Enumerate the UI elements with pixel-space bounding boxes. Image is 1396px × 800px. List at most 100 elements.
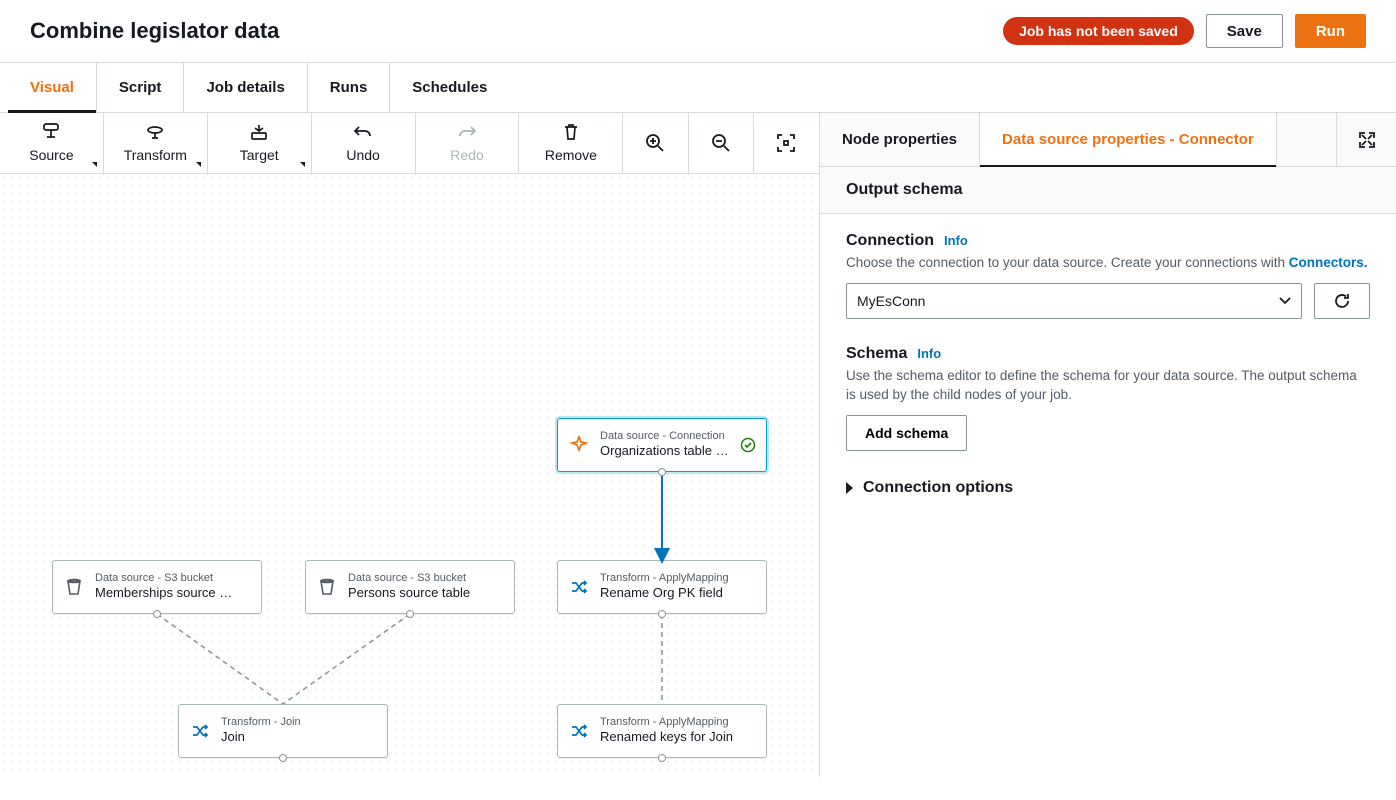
connection-helper-text: Choose the connection to your data sourc… (846, 255, 1289, 270)
toolbar-remove[interactable]: Remove (519, 113, 623, 173)
tab-runs[interactable]: Runs (308, 63, 391, 112)
node-text: Data source - ConnectionOrganizations ta… (600, 430, 730, 460)
node-title-label: Memberships source … (95, 585, 251, 602)
connection-selected-value: MyEsConn (857, 293, 925, 309)
connection-select[interactable]: MyEsConn (846, 283, 1302, 319)
zoom-in-icon (645, 133, 665, 153)
shuffle-icon (189, 720, 211, 742)
connection-section-header: Connection Info (846, 232, 1370, 250)
add-schema-button[interactable]: Add schema (846, 415, 967, 451)
node-title-label: Join (221, 729, 377, 746)
page-title: Combine legislator data (30, 18, 279, 44)
node-text: Transform - JoinJoin (221, 716, 377, 746)
graph-node-orgs[interactable]: Data source - ConnectionOrganizations ta… (557, 418, 767, 472)
graph-edges (0, 174, 819, 777)
refresh-icon (1332, 291, 1352, 311)
connection-options-label: Connection options (863, 479, 1013, 497)
node-port-bottom[interactable] (153, 610, 161, 618)
dropdown-icon (196, 162, 201, 167)
canvas-toolbar: Source Transform Target (0, 113, 819, 174)
properties-panel: Node properties Data source properties -… (820, 113, 1396, 777)
graph-node-memberships[interactable]: Data source - S3 bucketMemberships sourc… (52, 560, 262, 614)
schema-info-link[interactable]: Info (917, 346, 941, 361)
toolbar-undo[interactable]: Undo (312, 113, 416, 173)
shuffle-icon (568, 720, 590, 742)
toolbar-zoom-in[interactable] (623, 113, 688, 173)
fit-screen-icon (776, 133, 796, 153)
node-port-bottom[interactable] (658, 610, 666, 618)
target-icon (249, 123, 269, 141)
connection-info-link[interactable]: Info (944, 233, 968, 248)
chevron-down-icon (1279, 297, 1291, 305)
graph-node-persons[interactable]: Data source - S3 bucketPersons source ta… (305, 560, 515, 614)
schema-section-header: Schema Info (846, 345, 1370, 363)
schema-title: Schema (846, 345, 907, 363)
node-type-label: Data source - Connection (600, 430, 730, 443)
tab-job-details[interactable]: Job details (184, 63, 307, 112)
node-type-label: Data source - S3 bucket (348, 572, 504, 585)
node-title-label: Renamed keys for Join (600, 729, 756, 746)
tab-schedules[interactable]: Schedules (390, 63, 509, 112)
tab-data-source-properties[interactable]: Data source properties - Connector (980, 113, 1277, 166)
properties-body: Connection Info Choose the connection to… (820, 214, 1396, 537)
toolbar-target[interactable]: Target (208, 113, 312, 173)
tab-node-properties[interactable]: Node properties (820, 113, 980, 166)
bucket-icon (316, 576, 338, 598)
connection-select-row: MyEsConn (846, 283, 1370, 319)
connectors-link[interactable]: Connectors. (1289, 255, 1368, 270)
toolbar-redo[interactable]: Redo (416, 113, 520, 173)
toolbar-source[interactable]: Source (0, 113, 104, 173)
node-port-bottom[interactable] (406, 610, 414, 618)
toolbar-remove-label: Remove (545, 147, 597, 163)
header-actions: Job has not been saved Save Run (1003, 14, 1366, 48)
toolbar-zoom-out[interactable] (689, 113, 754, 173)
canvas-column: Source Transform Target (0, 113, 820, 777)
unsaved-badge: Job has not been saved (1003, 17, 1194, 45)
node-type-label: Data source - S3 bucket (95, 572, 251, 585)
connection-title: Connection (846, 232, 934, 250)
connection-options-expander[interactable]: Connection options (846, 479, 1370, 497)
source-icon (41, 123, 61, 141)
run-button[interactable]: Run (1295, 14, 1366, 48)
tab-visual[interactable]: Visual (8, 63, 97, 112)
undo-icon (353, 123, 373, 141)
node-title-label: Rename Org PK field (600, 585, 756, 602)
node-port-bottom[interactable] (279, 754, 287, 762)
toolbar-transform-label: Transform (124, 147, 187, 163)
zoom-out-icon (711, 133, 731, 153)
node-text: Transform - ApplyMappingRename Org PK fi… (600, 572, 756, 602)
spark-icon (568, 434, 590, 456)
node-type-label: Transform - Join (221, 716, 377, 729)
node-port-bottom[interactable] (658, 468, 666, 476)
node-text: Transform - ApplyMappingRenamed keys for… (600, 716, 756, 746)
graph-node-join[interactable]: Transform - JoinJoin (178, 704, 388, 758)
graph-canvas[interactable]: Data source - ConnectionOrganizations ta… (0, 174, 819, 777)
shuffle-icon (568, 576, 590, 598)
toolbar-fit[interactable] (754, 113, 819, 173)
node-title-label: Organizations table s… (600, 443, 730, 460)
refresh-connection-button[interactable] (1314, 283, 1370, 319)
output-schema-heading: Output schema (820, 167, 1396, 214)
toolbar-transform[interactable]: Transform (104, 113, 208, 173)
graph-node-renamed-keys[interactable]: Transform - ApplyMappingRenamed keys for… (557, 704, 767, 758)
save-button[interactable]: Save (1206, 14, 1283, 48)
page-header: Combine legislator data Job has not been… (0, 0, 1396, 63)
toolbar-source-label: Source (29, 147, 73, 163)
schema-helper: Use the schema editor to define the sche… (846, 367, 1370, 405)
toolbar-target-label: Target (240, 147, 279, 163)
expand-icon (1358, 131, 1376, 149)
bucket-icon (63, 576, 85, 598)
node-type-label: Transform - ApplyMapping (600, 716, 756, 729)
expand-panel-button[interactable] (1336, 113, 1396, 166)
graph-node-rename[interactable]: Transform - ApplyMappingRename Org PK fi… (557, 560, 767, 614)
main-tabs: Visual Script Job details Runs Schedules (0, 63, 1396, 113)
node-type-label: Transform - ApplyMapping (600, 572, 756, 585)
status-ok-icon (740, 437, 756, 453)
dropdown-icon (300, 162, 305, 167)
node-text: Data source - S3 bucketPersons source ta… (348, 572, 504, 602)
tab-script[interactable]: Script (97, 63, 185, 112)
toolbar-redo-label: Redo (450, 147, 483, 163)
node-port-bottom[interactable] (658, 754, 666, 762)
workspace: Source Transform Target (0, 113, 1396, 777)
node-text: Data source - S3 bucketMemberships sourc… (95, 572, 251, 602)
